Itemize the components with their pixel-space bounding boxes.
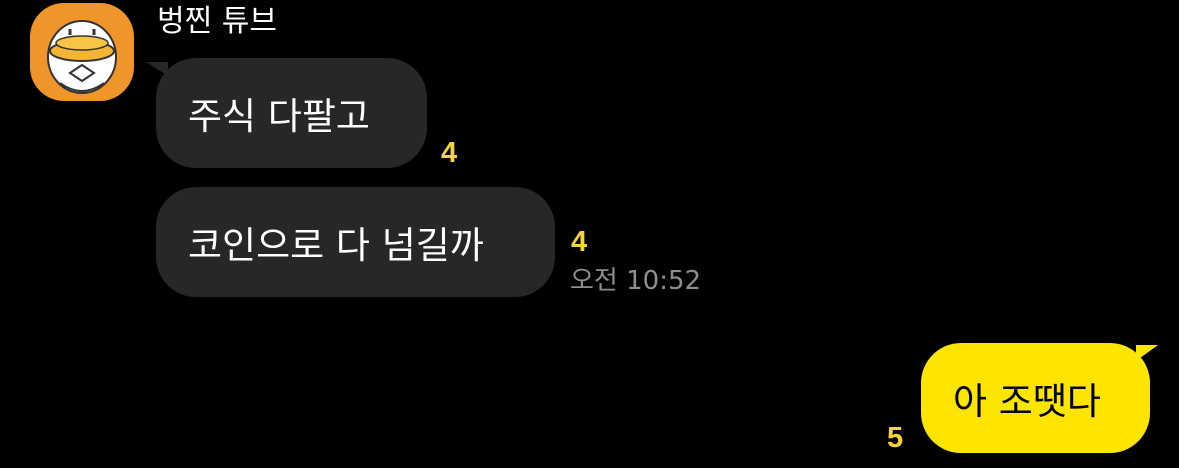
- message-timestamp: 오전 10:52: [570, 266, 702, 296]
- outgoing-message-bubble[interactable]: 아 조땟다: [921, 343, 1150, 453]
- avatar[interactable]: [30, 3, 134, 101]
- duck-character-avatar-icon: [47, 20, 117, 94]
- incoming-message-bubble[interactable]: 주식 다팔고: [156, 58, 427, 168]
- sender-name: 벙찐 튜브: [157, 4, 277, 39]
- unread-count: 4: [441, 137, 458, 169]
- unread-count: 4: [571, 226, 588, 258]
- incoming-message-bubble[interactable]: 코인으로 다 넘길까: [156, 187, 555, 297]
- message-text: 코인으로 다 넘길까: [188, 224, 484, 267]
- unread-count: 5: [887, 422, 904, 454]
- message-text: 주식 다팔고: [188, 95, 370, 138]
- message-text: 아 조땟다: [953, 380, 1101, 423]
